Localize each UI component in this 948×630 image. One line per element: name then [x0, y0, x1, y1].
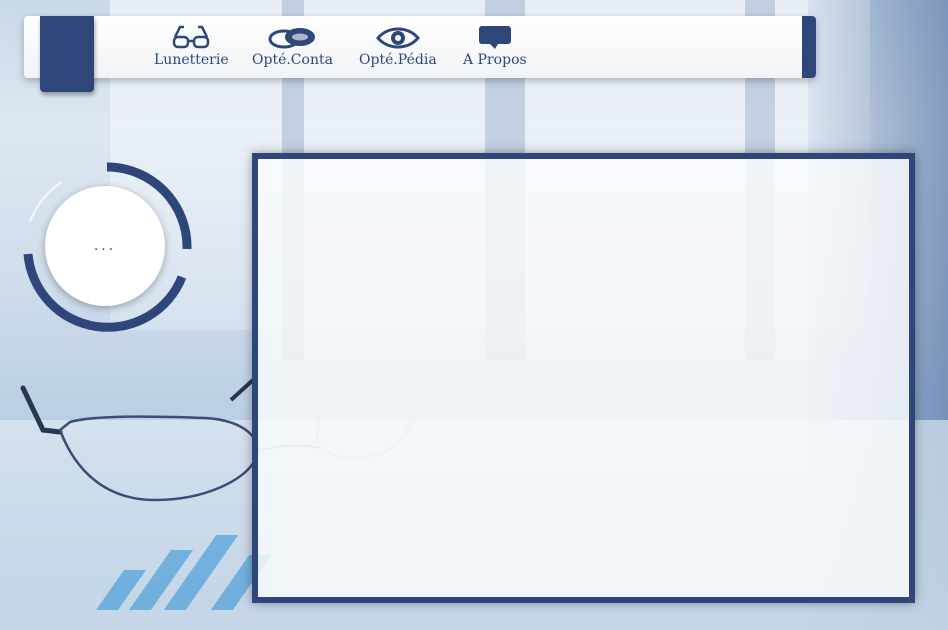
- contact-lenses-icon: [268, 28, 316, 49]
- eye-icon: [375, 27, 420, 49]
- nav-item-label: Opté.Pédia: [359, 52, 437, 68]
- navbar-right-cap: [802, 16, 816, 78]
- nav-item-label: Opté.Conta: [252, 52, 333, 68]
- nav-item-lunetterie[interactable]: Lunetterie: [154, 24, 229, 68]
- loading-indicator: ...: [93, 238, 117, 254]
- main-content-panel: [252, 153, 915, 603]
- nav-item-label: A Propos: [463, 52, 527, 68]
- logo-tab[interactable]: [40, 16, 94, 92]
- nav-item-a-propos[interactable]: A Propos: [463, 24, 527, 68]
- nav-item-opte-pedia[interactable]: Opté.Pédia: [359, 24, 437, 68]
- speech-bubble-icon: [478, 26, 511, 49]
- nav-item-opte-conta[interactable]: Opté.Conta: [252, 24, 333, 68]
- nav-item-label: Lunetterie: [154, 52, 229, 68]
- eyeglasses-icon: [173, 25, 210, 49]
- loader-circle: ...: [45, 186, 165, 306]
